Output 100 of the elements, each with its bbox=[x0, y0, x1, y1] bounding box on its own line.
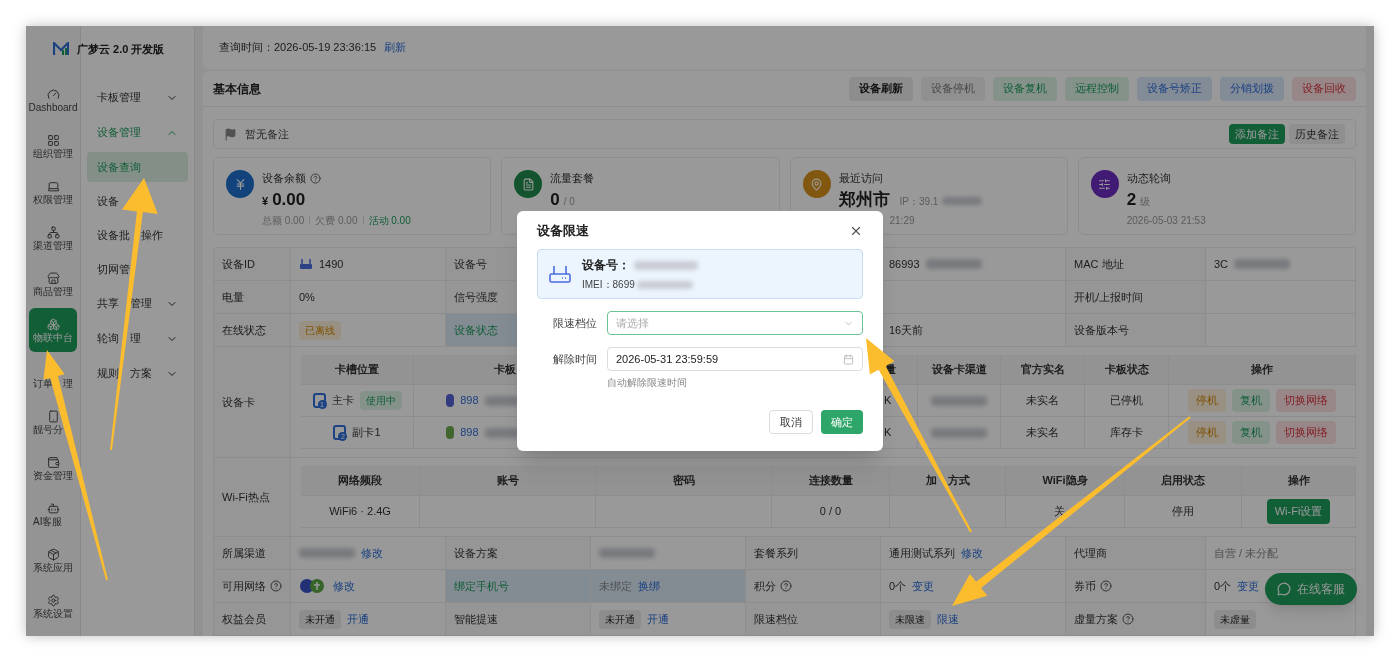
header-action-button[interactable]: 远程控制 bbox=[1065, 76, 1129, 101]
field-label: 设备ID bbox=[222, 256, 255, 272]
link[interactable]: 开通 bbox=[647, 610, 669, 628]
form-label: 解除时间 bbox=[552, 352, 597, 367]
action-button[interactable]: 切换网络 bbox=[1276, 389, 1336, 412]
nav-rail-item[interactable]: 商品管理 bbox=[29, 262, 77, 306]
field-label: 设备方案 bbox=[454, 545, 498, 561]
nav-rail-item[interactable]: Dashboard bbox=[29, 78, 77, 122]
close-icon[interactable] bbox=[849, 224, 863, 238]
cell-text: 主卡 bbox=[331, 393, 354, 409]
menu-group[interactable]: 卡板管理 bbox=[87, 80, 188, 115]
column-header: 操作 bbox=[1287, 473, 1310, 489]
phone-icon bbox=[46, 409, 60, 423]
redacted-text bbox=[942, 196, 983, 205]
column-header: 账号 bbox=[496, 473, 519, 489]
stat-title: 流量套餐 bbox=[550, 171, 595, 186]
cell-text: K bbox=[884, 425, 892, 441]
cell-text: 停用 bbox=[1172, 504, 1194, 520]
router-icon bbox=[299, 258, 313, 270]
column-header: 卡板状态 bbox=[1104, 362, 1149, 378]
nav-rail-item[interactable]: 系统设置 bbox=[29, 584, 77, 628]
cell-text: 副卡1 bbox=[352, 425, 381, 441]
menu-group[interactable]: 规则 方案 bbox=[87, 356, 188, 391]
status-tag: 未虚量 bbox=[1214, 609, 1256, 629]
field-label: MAC 地址 bbox=[1074, 256, 1124, 272]
chat-button[interactable]: 在线客服 bbox=[1265, 573, 1357, 605]
header-action-button[interactable]: 设备停机 bbox=[921, 76, 985, 101]
note-button[interactable]: 历史备注 bbox=[1289, 124, 1345, 144]
header-action-button[interactable]: 分销划拨 bbox=[1220, 76, 1284, 101]
nav-rail-item[interactable]: 系统应用 bbox=[29, 538, 77, 582]
column-header: 操作 bbox=[1251, 362, 1273, 378]
stat-title: 最近访问 bbox=[838, 171, 883, 186]
cell-text: 自营 / 未分配 bbox=[1214, 545, 1279, 561]
action-button[interactable]: 切换网络 bbox=[1276, 421, 1336, 444]
note-text: 暂无备注 bbox=[245, 126, 289, 142]
stat-value: 0.00 bbox=[272, 189, 306, 210]
header-action-button[interactable]: 设备刷新 bbox=[849, 76, 913, 101]
carrier-icon bbox=[299, 578, 327, 594]
column-header: 加 方式 bbox=[925, 473, 970, 489]
store-icon bbox=[46, 271, 60, 285]
note-button[interactable]: 添加备注 bbox=[1229, 124, 1285, 144]
status-tag: 未开通 bbox=[299, 609, 341, 629]
nav-rail-item[interactable]: 组织管理 bbox=[29, 124, 77, 168]
action-button[interactable]: 停机 bbox=[1188, 421, 1226, 444]
menu-item[interactable]: 设备批 操作 bbox=[87, 220, 188, 250]
link[interactable]: 898 bbox=[460, 392, 479, 409]
redacted-text bbox=[634, 260, 698, 270]
field-label: 设备状态 bbox=[454, 322, 498, 338]
nav-rail-item[interactable]: 权限管理 bbox=[29, 170, 77, 214]
cancel-button[interactable]: 取消 bbox=[769, 410, 813, 434]
link[interactable]: 开通 bbox=[347, 610, 369, 628]
action-button[interactable]: 停机 bbox=[1188, 389, 1226, 412]
column-header: 官方实名 bbox=[1020, 362, 1065, 378]
chat-icon bbox=[1277, 582, 1291, 596]
action-button[interactable]: 复机 bbox=[1232, 389, 1270, 412]
header-action-button[interactable]: 设备复机 bbox=[993, 76, 1057, 101]
app-title: 广梦云 2.0 开发版 bbox=[77, 41, 165, 57]
wifi-settings-button[interactable]: Wi-Fi设置 bbox=[1266, 499, 1331, 524]
action-button[interactable]: 复机 bbox=[1232, 421, 1270, 444]
nav-rail-item[interactable]: 资金管理 bbox=[29, 446, 77, 490]
menu-group[interactable]: 设备管理 bbox=[87, 115, 188, 150]
menu-item[interactable]: 设备 bbox=[87, 186, 188, 216]
stat-value: 0 bbox=[550, 189, 560, 210]
select-field[interactable]: 请选择 bbox=[607, 311, 863, 335]
nav-rail-item[interactable]: 渠道管理 bbox=[29, 216, 77, 260]
nav-rail-item[interactable]: 靓号分 bbox=[29, 400, 77, 444]
link[interactable]: 变更 bbox=[1237, 577, 1260, 595]
link[interactable]: 变更 bbox=[912, 577, 935, 595]
link[interactable]: 修改 bbox=[961, 544, 983, 562]
dialog-title: 设备限速 bbox=[537, 222, 589, 241]
menu-item[interactable]: 设备查询 bbox=[87, 152, 188, 182]
refresh-link[interactable]: 刷新 bbox=[384, 39, 407, 56]
header-action-button[interactable]: 设备回收 bbox=[1292, 76, 1356, 101]
link[interactable]: 限速 bbox=[937, 610, 959, 628]
link[interactable]: 修改 bbox=[361, 544, 383, 562]
cell-text: 16天前 bbox=[889, 322, 924, 338]
link[interactable]: 换绑 bbox=[638, 577, 660, 595]
nav-rail-item[interactable]: 物联中台 bbox=[29, 308, 77, 352]
link[interactable]: 修改 bbox=[333, 577, 355, 595]
field-label: 积分 bbox=[754, 578, 776, 594]
flag-icon bbox=[224, 127, 237, 141]
header-action-button[interactable]: 设备号矫正 bbox=[1137, 76, 1212, 101]
link[interactable]: 898 bbox=[460, 424, 479, 441]
date-field[interactable]: 2026-05-31 23:59:59 bbox=[607, 347, 863, 371]
stat-detail: 活动 0.00 bbox=[368, 213, 411, 228]
box-icon bbox=[46, 547, 60, 561]
menu-group[interactable]: 轮询 理 bbox=[87, 321, 188, 356]
confirm-button[interactable]: 确定 bbox=[821, 410, 863, 434]
field-label: 所属渠道 bbox=[222, 545, 266, 561]
menu-group[interactable]: 共享 管理 bbox=[87, 286, 188, 321]
column-header: 卡板 bbox=[494, 362, 516, 378]
redacted-text bbox=[299, 548, 355, 558]
stat-detail: 2026-05-03 21:53 bbox=[1126, 213, 1206, 228]
menu-item[interactable]: 切网管 bbox=[87, 254, 188, 284]
section-title: 基本信息 bbox=[213, 80, 261, 98]
logo-icon bbox=[53, 42, 69, 56]
nav-rail-item[interactable]: AI客服 bbox=[29, 492, 77, 536]
column-header: WiFi隐身 bbox=[1042, 473, 1088, 489]
calendar-icon bbox=[843, 353, 854, 365]
field-label: 代理商 bbox=[1074, 545, 1107, 561]
